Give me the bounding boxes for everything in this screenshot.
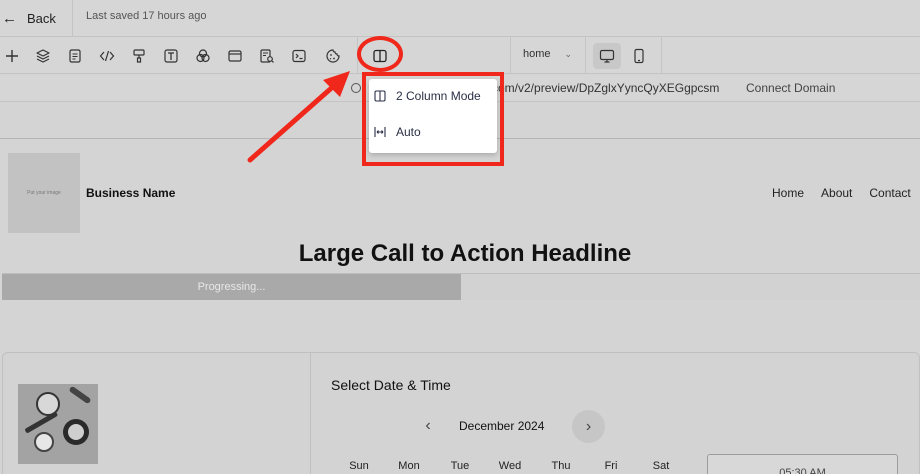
nav-about[interactable]: About bbox=[821, 186, 852, 200]
tracking-code-button[interactable] bbox=[288, 45, 310, 67]
divider bbox=[310, 352, 311, 474]
page-select-value: home bbox=[523, 48, 551, 60]
cookies-button[interactable] bbox=[322, 45, 344, 67]
weekday-label: Sat bbox=[652, 460, 670, 472]
weekday-label: Wed bbox=[498, 460, 522, 472]
editor-toolbar: home ⌄ bbox=[0, 37, 920, 74]
progress-label: Progressing... bbox=[197, 281, 266, 293]
weekday-label: Sun bbox=[349, 460, 369, 472]
pages-icon bbox=[69, 49, 81, 63]
pages-button[interactable] bbox=[64, 45, 86, 67]
progress-bar: Progressing... bbox=[2, 273, 920, 300]
layers-button[interactable] bbox=[32, 45, 54, 67]
weekday-label: Fri bbox=[604, 460, 618, 472]
divider bbox=[585, 37, 586, 74]
chevron-left-icon: ‹ bbox=[425, 417, 431, 434]
cookie-icon bbox=[326, 49, 340, 63]
chevron-right-icon: › bbox=[585, 417, 592, 435]
seo-icon bbox=[260, 49, 274, 63]
mobile-view-button[interactable] bbox=[625, 43, 653, 69]
calendar-header: ‹ December 2024 › bbox=[416, 409, 606, 443]
typography-button[interactable] bbox=[160, 45, 182, 67]
colors-icon bbox=[196, 49, 210, 63]
progress-fill: Progressing... bbox=[2, 274, 461, 300]
divider bbox=[510, 37, 511, 74]
cta-headline: Large Call to Action Headline bbox=[298, 240, 632, 267]
page-select[interactable]: home ⌄ bbox=[523, 48, 572, 60]
time-slot-button[interactable]: 05:30 AM bbox=[707, 454, 898, 474]
chevron-down-icon: ⌄ bbox=[564, 48, 573, 59]
code-icon bbox=[99, 50, 115, 62]
logo-placeholder-text: Put your image bbox=[27, 190, 61, 196]
paint-roller-icon bbox=[133, 49, 145, 63]
prev-month-button[interactable]: ‹ bbox=[416, 413, 440, 439]
colors-button[interactable] bbox=[192, 45, 214, 67]
text-icon bbox=[164, 49, 178, 63]
last-saved-text: Last saved 17 hours ago bbox=[86, 10, 207, 22]
weekday-label: Thu bbox=[551, 460, 571, 472]
seo-button[interactable] bbox=[256, 45, 278, 67]
plus-icon bbox=[6, 50, 18, 62]
nav-home[interactable]: Home bbox=[772, 186, 804, 200]
top-bar: ← Back Last saved 17 hours ago bbox=[0, 0, 920, 37]
layout-icon bbox=[228, 50, 242, 62]
divider bbox=[661, 37, 662, 74]
status-dot-icon bbox=[351, 83, 361, 93]
highlight-circle bbox=[357, 36, 403, 72]
business-name: Business Name bbox=[86, 186, 176, 200]
layers-icon bbox=[36, 49, 50, 63]
back-button[interactable]: ← Back bbox=[2, 8, 56, 28]
nav-contact[interactable]: Contact bbox=[869, 186, 910, 200]
weekday-label: Mon bbox=[398, 460, 420, 472]
divider bbox=[72, 0, 73, 37]
desktop-view-button[interactable] bbox=[593, 43, 621, 69]
layout-button[interactable] bbox=[224, 45, 246, 67]
custom-code-button[interactable] bbox=[96, 45, 118, 67]
booking-title: Select Date & Time bbox=[331, 377, 451, 393]
weekday-label: Tue bbox=[450, 460, 470, 472]
back-label: Back bbox=[27, 10, 56, 26]
connect-domain-link[interactable]: Connect Domain bbox=[746, 81, 835, 95]
terminal-icon bbox=[292, 49, 306, 63]
product-image bbox=[18, 384, 98, 464]
desktop-icon bbox=[599, 49, 615, 63]
site-nav: Home About Contact bbox=[772, 186, 911, 200]
arrow-left-icon: ← bbox=[2, 9, 17, 27]
mobile-icon bbox=[634, 48, 644, 64]
calendar-month: December 2024 bbox=[459, 419, 545, 433]
add-element-button[interactable] bbox=[1, 45, 23, 67]
logo-placeholder[interactable]: Put your image bbox=[8, 153, 80, 233]
styles-button[interactable] bbox=[128, 45, 150, 67]
highlight-box bbox=[362, 72, 504, 166]
preview-url[interactable]: e.com/v2/preview/DpZglxYyncQyXEGgpcsm bbox=[482, 81, 719, 95]
next-month-button[interactable]: › bbox=[572, 410, 605, 443]
